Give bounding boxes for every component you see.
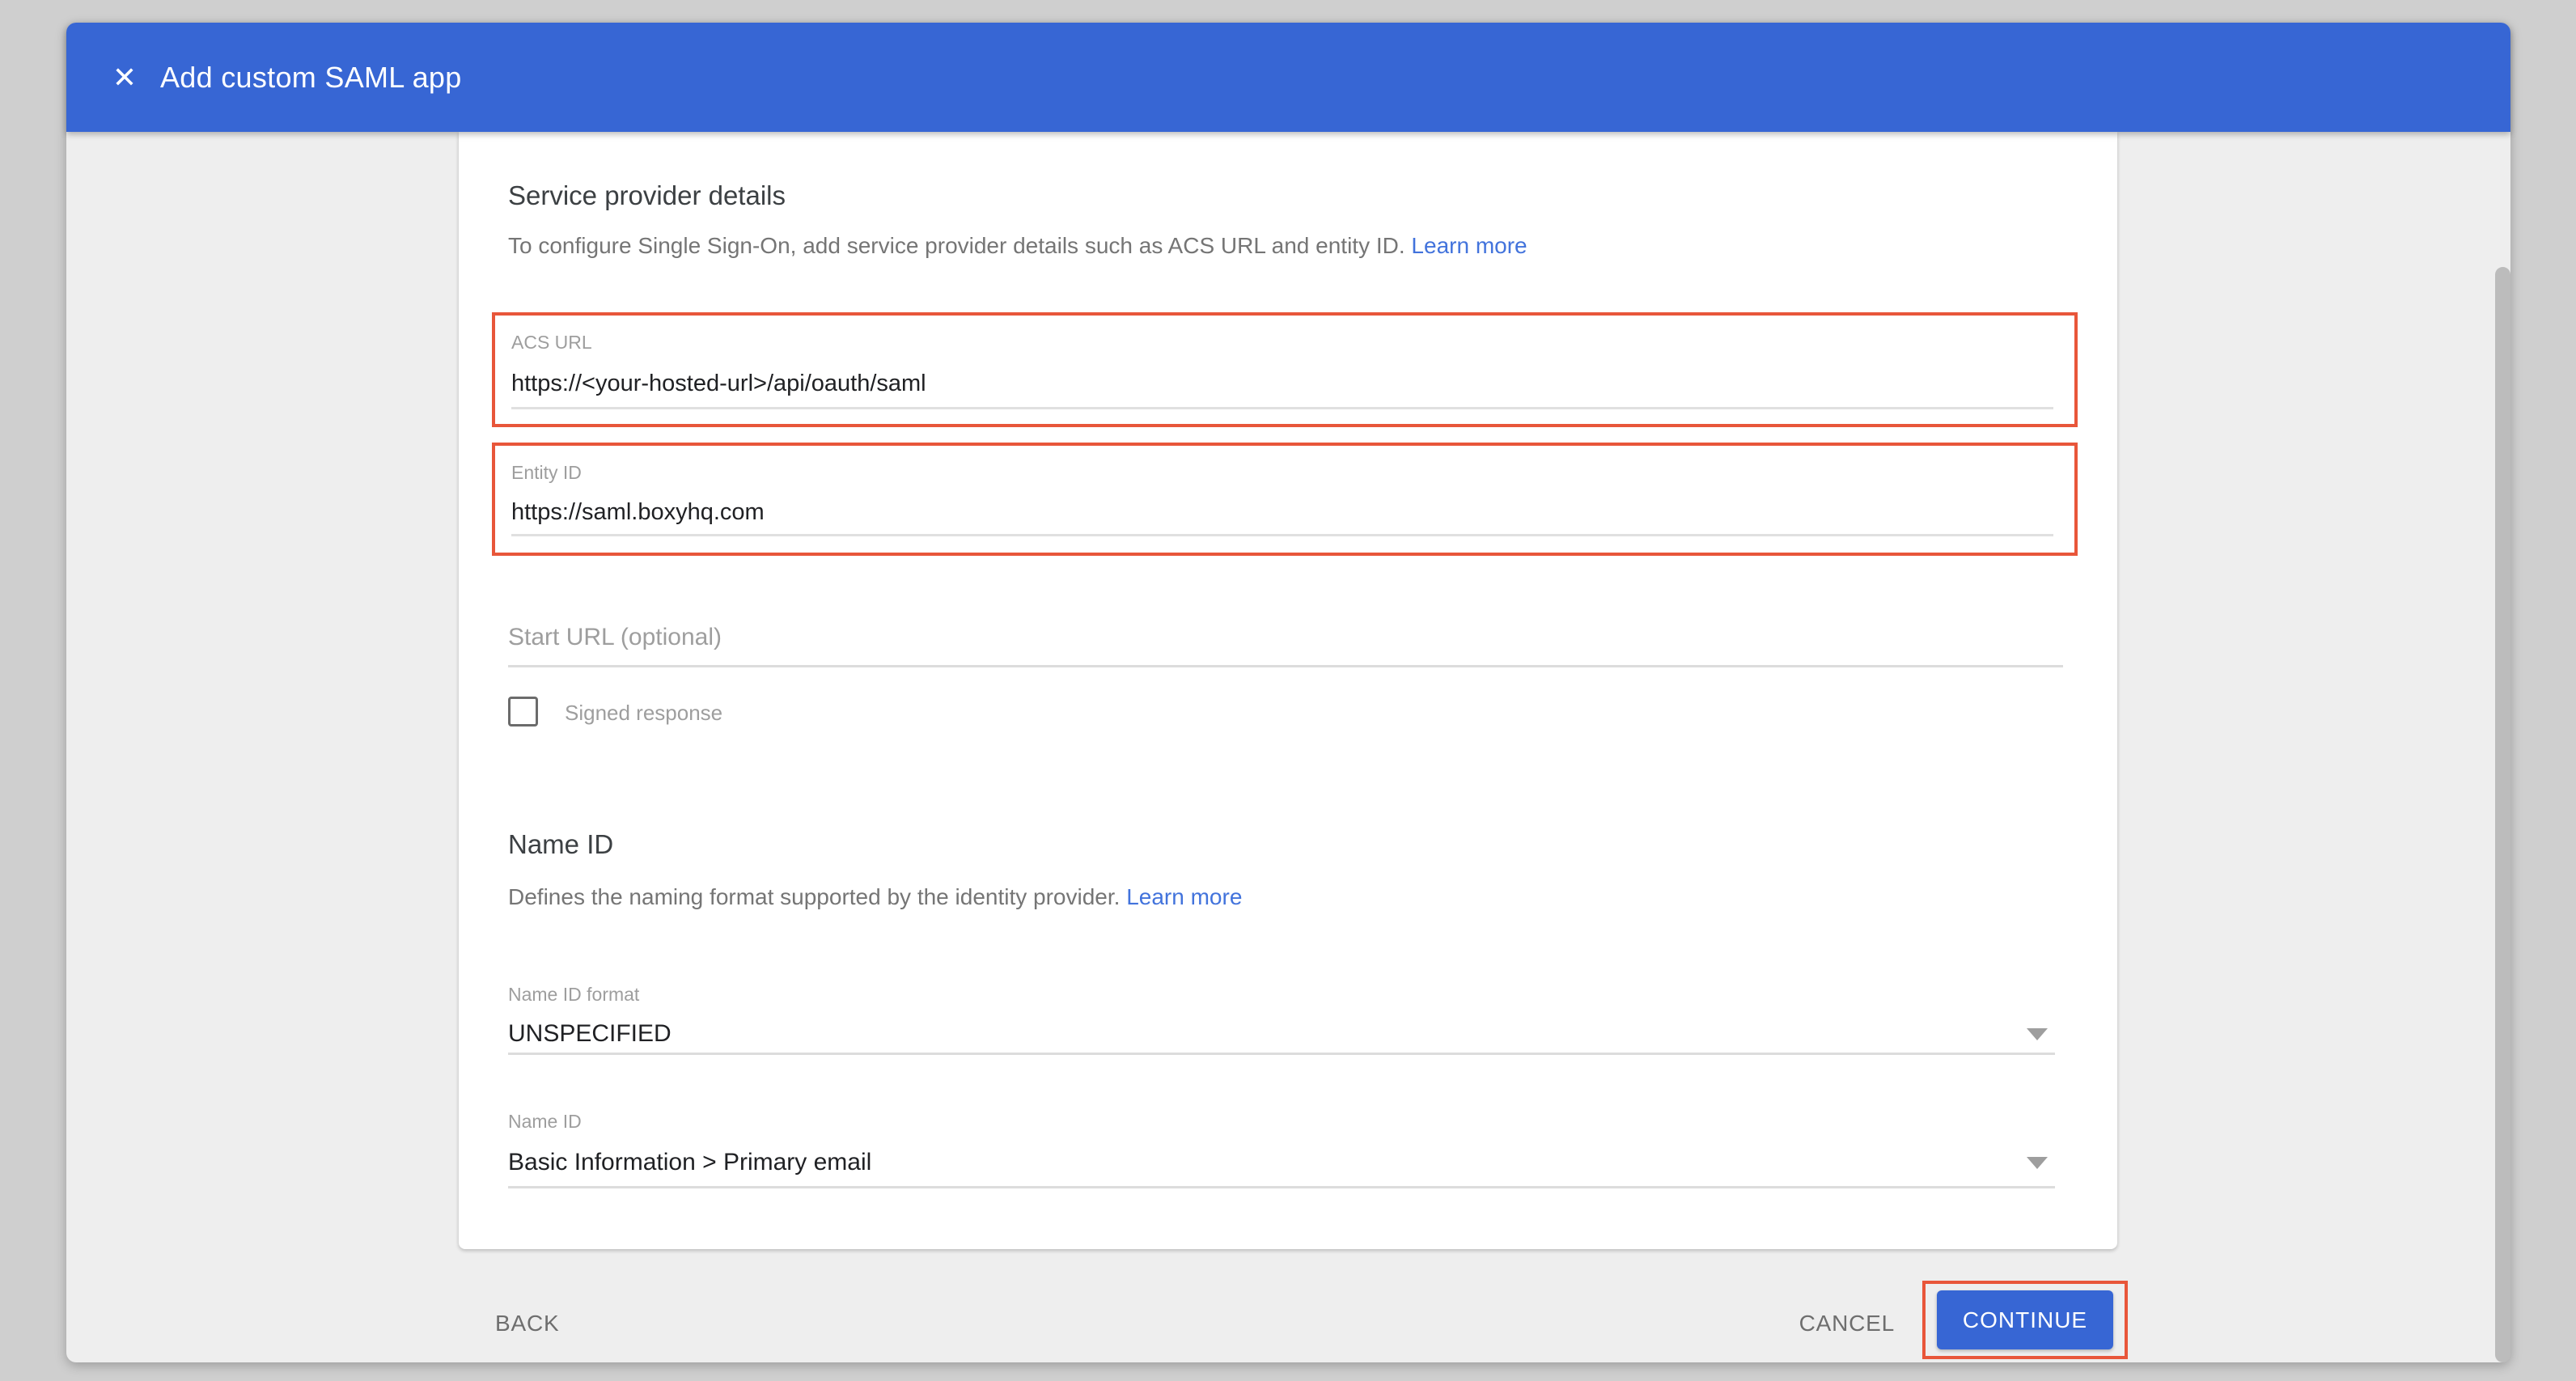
acs-url-label: ACS URL xyxy=(511,332,592,354)
name-id-description: Defines the naming format supported by t… xyxy=(508,884,1242,910)
acs-url-field[interactable]: ACS URL https://<your-hosted-url>/api/oa… xyxy=(492,312,2078,427)
acs-url-value[interactable]: https://<your-hosted-url>/api/oauth/saml xyxy=(511,371,926,397)
start-url-input[interactable]: Start URL (optional) xyxy=(508,624,722,651)
learn-more-link-service-provider[interactable]: Learn more xyxy=(1411,233,1527,258)
back-button[interactable]: BACK xyxy=(495,1311,559,1337)
name-id-format-label: Name ID format xyxy=(508,984,639,1006)
entity-id-label: Entity ID xyxy=(511,462,582,484)
dropdown-arrow-icon[interactable] xyxy=(2027,1157,2048,1169)
service-provider-description-text: To configure Single Sign-On, add service… xyxy=(508,233,1405,258)
name-id-label: Name ID xyxy=(508,1111,582,1133)
scrollbar-thumb[interactable] xyxy=(2495,267,2510,1362)
name-id-format-select[interactable]: UNSPECIFIED xyxy=(508,1020,672,1048)
service-provider-description: To configure Single Sign-On, add service… xyxy=(508,233,1527,259)
signed-response-checkbox[interactable] xyxy=(508,697,538,727)
cancel-button[interactable]: CANCEL xyxy=(1786,1311,1895,1337)
dialog-title: Add custom SAML app xyxy=(160,61,462,95)
acs-url-underline xyxy=(511,407,2053,409)
dialog-header: ✕ Add custom SAML app xyxy=(66,23,2510,132)
name-id-select[interactable]: Basic Information > Primary email xyxy=(508,1149,871,1176)
continue-button-highlight: CONTINUE xyxy=(1922,1281,2128,1359)
close-button[interactable]: ✕ xyxy=(104,57,146,99)
start-url-underline xyxy=(508,665,2063,667)
continue-button[interactable]: CONTINUE xyxy=(1937,1290,2113,1349)
name-id-description-text: Defines the naming format supported by t… xyxy=(508,884,1120,909)
learn-more-link-name-id[interactable]: Learn more xyxy=(1126,884,1242,909)
dropdown-arrow-icon[interactable] xyxy=(2027,1028,2048,1040)
service-provider-card: Service provider details To configure Si… xyxy=(459,132,2117,1249)
name-id-heading: Name ID xyxy=(508,829,613,860)
name-id-format-underline xyxy=(508,1053,2055,1055)
add-custom-saml-app-dialog: ✕ Add custom SAML app Service provider d… xyxy=(66,23,2510,1362)
signed-response-label: Signed response xyxy=(565,701,722,726)
name-id-underline xyxy=(508,1186,2055,1188)
entity-id-value[interactable]: https://saml.boxyhq.com xyxy=(511,499,765,526)
service-provider-heading: Service provider details xyxy=(508,180,786,211)
entity-id-field[interactable]: Entity ID https://saml.boxyhq.com xyxy=(492,443,2078,556)
entity-id-underline xyxy=(511,534,2053,536)
close-icon: ✕ xyxy=(112,61,137,95)
